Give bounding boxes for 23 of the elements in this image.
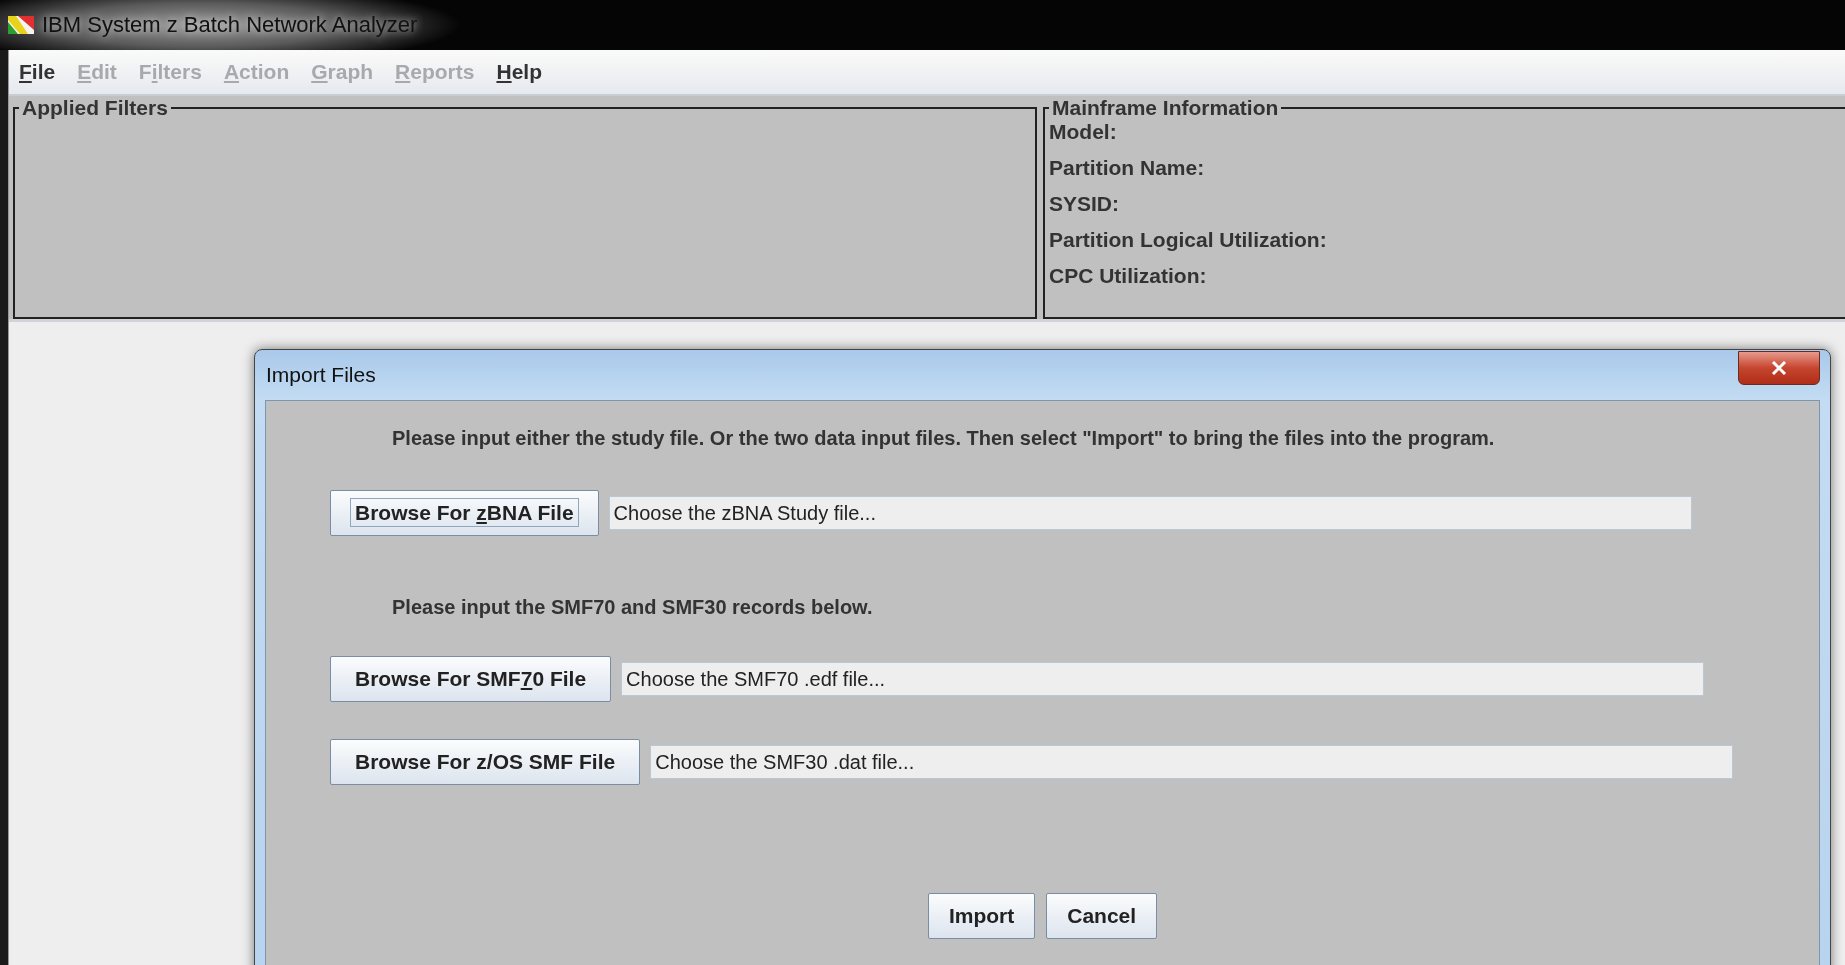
- field-label: Partition Logical Utilization:: [1049, 228, 1328, 252]
- browse-button[interactable]: Browse For z/OS SMF File: [330, 739, 641, 785]
- app-logo-icon: [8, 16, 34, 34]
- panel-title: Mainframe Information: [1051, 96, 1280, 120]
- dialog-title: Import Files: [265, 363, 376, 387]
- file-path-field[interactable]: Choose the zBNA Study file...: [608, 496, 1692, 530]
- field-label: SYSID:: [1049, 192, 1120, 216]
- panel-title: Applied Filters: [21, 96, 169, 120]
- menu-item[interactable]: Help: [496, 60, 542, 84]
- browse-button[interactable]: Browse For zBNA File: [330, 490, 599, 536]
- file-path-field[interactable]: Choose the SMF70 .edf file...: [621, 662, 1705, 696]
- import-button[interactable]: Import: [927, 893, 1036, 939]
- field-label: Model:: [1049, 120, 1118, 144]
- menu-item[interactable]: File: [19, 60, 56, 84]
- close-button[interactable]: [1738, 351, 1820, 385]
- instruction-text: Please input either the study file. Or the two data input files. Then select "Import" to bring the files into the program.: [392, 427, 1496, 450]
- browse-button[interactable]: Browse For SMF70 File: [330, 656, 612, 702]
- field-label: CPC Utilization:: [1049, 264, 1208, 288]
- close-icon: [1771, 361, 1787, 375]
- instruction-text: Please input the SMF70 and SMF30 records below.: [392, 596, 874, 619]
- field-label: Partition Name:: [1049, 156, 1206, 180]
- file-path-field[interactable]: Choose the SMF30 .dat file...: [650, 745, 1734, 779]
- cancel-button[interactable]: Cancel: [1046, 893, 1158, 939]
